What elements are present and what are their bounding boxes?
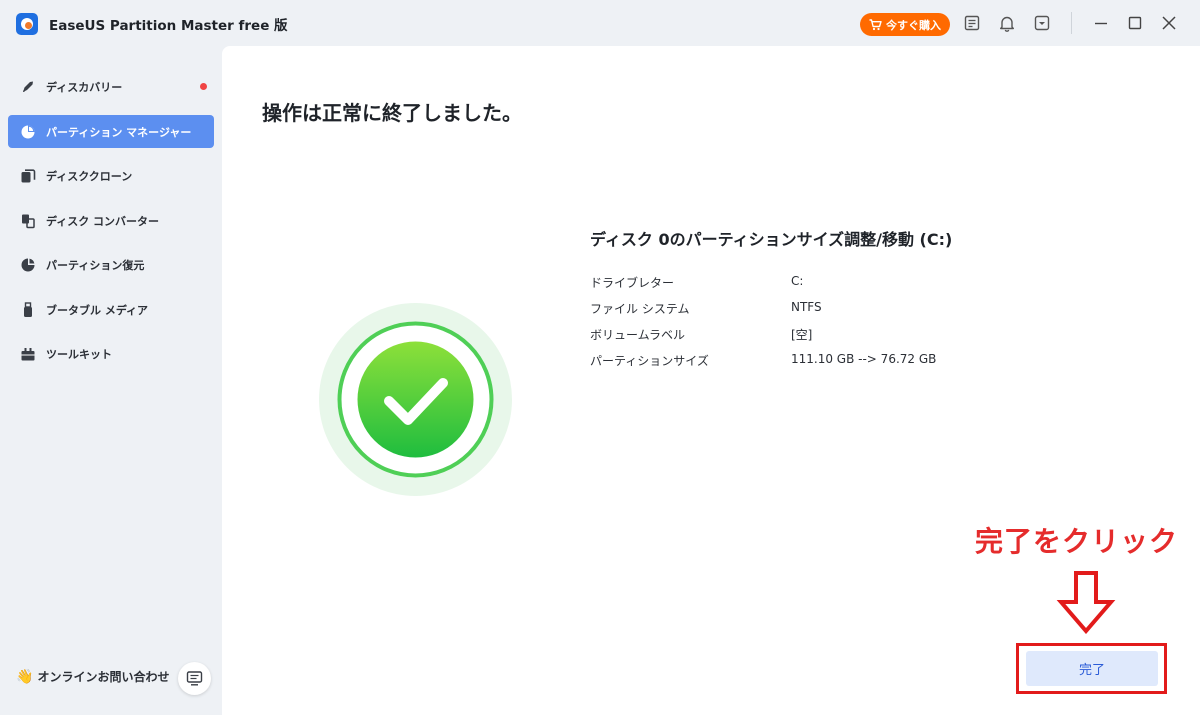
buy-now-button[interactable]: 今すぐ購入 (860, 13, 950, 36)
detail-value: NTFS (791, 300, 822, 314)
detail-value: [空] (791, 328, 813, 342)
wave-hand-icon: 👋 (16, 668, 34, 685)
toolkit-icon (21, 347, 35, 360)
online-support-label: オンラインお問い合わせ (37, 670, 170, 684)
sidebar-item-label: ディスククローン (46, 169, 133, 183)
dropdown-icon[interactable] (1033, 14, 1051, 32)
chat-icon (186, 671, 203, 686)
online-support-link[interactable]: 👋 オンラインお問い合わせ (16, 668, 169, 685)
cart-icon (869, 18, 882, 30)
convert-icon (22, 214, 35, 228)
sidebar: ディスカバリー パーティション マネージャー ディスククローン ディスク コンバ… (0, 46, 222, 715)
sidebar-item-discovery[interactable]: ディスカバリー (8, 70, 214, 103)
pie-chart-icon (21, 125, 35, 138)
detail-key: パーティションサイズ (590, 354, 709, 368)
sidebar-item-disk-converter[interactable]: ディスク コンバーター (8, 204, 214, 237)
done-button[interactable]: 完了 (1026, 651, 1158, 686)
sidebar-item-partition-recovery[interactable]: パーティション復元 (8, 248, 214, 281)
app-title: EaseUS Partition Master free 版 (49, 18, 288, 34)
sidebar-item-toolkit[interactable]: ツールキット (8, 337, 214, 370)
notes-icon[interactable] (963, 14, 981, 32)
operation-title: ディスク 0のパーティションサイズ調整/移動 (C:) (590, 230, 953, 249)
divider (1071, 12, 1072, 34)
sidebar-item-label: パーティション復元 (46, 258, 145, 272)
sidebar-item-label: ディスク コンバーター (46, 214, 160, 228)
detail-key: ドライブレター (590, 276, 675, 290)
sidebar-item-label: パーティション マネージャー (46, 125, 192, 139)
detail-key: ボリュームラベル (590, 328, 686, 342)
clone-icon (21, 168, 36, 182)
click-annotation: 完了をクリック (975, 525, 1179, 558)
detail-key: ファイル システム (590, 302, 690, 316)
sidebar-item-disk-clone[interactable]: ディスククローン (8, 159, 214, 192)
minimize-icon[interactable] (1090, 12, 1112, 34)
down-arrow-icon (1056, 571, 1116, 634)
detail-value: C: (791, 274, 804, 288)
sidebar-item-label: ディスカバリー (46, 80, 123, 94)
maximize-icon[interactable] (1124, 12, 1146, 34)
app-logo-icon (16, 13, 38, 35)
main-panel: 操作は正常に終了しました。 ディスク 0のパーティションサイズ調整/移動 (C:… (222, 46, 1200, 715)
detail-value: 111.10 GB --> 76.72 GB (791, 352, 937, 366)
success-check-icon (319, 303, 512, 496)
title-bar: EaseUS Partition Master free 版 今すぐ購入 (0, 0, 1200, 46)
sidebar-item-label: ブータブル メディア (46, 303, 149, 317)
recover-icon (21, 258, 35, 271)
sidebar-item-label: ツールキット (46, 347, 112, 361)
chat-button[interactable] (178, 662, 211, 695)
bell-icon[interactable] (998, 14, 1016, 32)
page-title: 操作は正常に終了しました。 (262, 101, 522, 125)
buy-now-label: 今すぐ購入 (886, 18, 941, 32)
sidebar-item-bootable-media[interactable]: ブータブル メディア (8, 293, 214, 326)
rocket-icon (23, 81, 33, 92)
usb-icon (24, 301, 32, 317)
close-icon[interactable] (1158, 12, 1180, 34)
sidebar-item-partition-manager[interactable]: パーティション マネージャー (8, 115, 214, 148)
